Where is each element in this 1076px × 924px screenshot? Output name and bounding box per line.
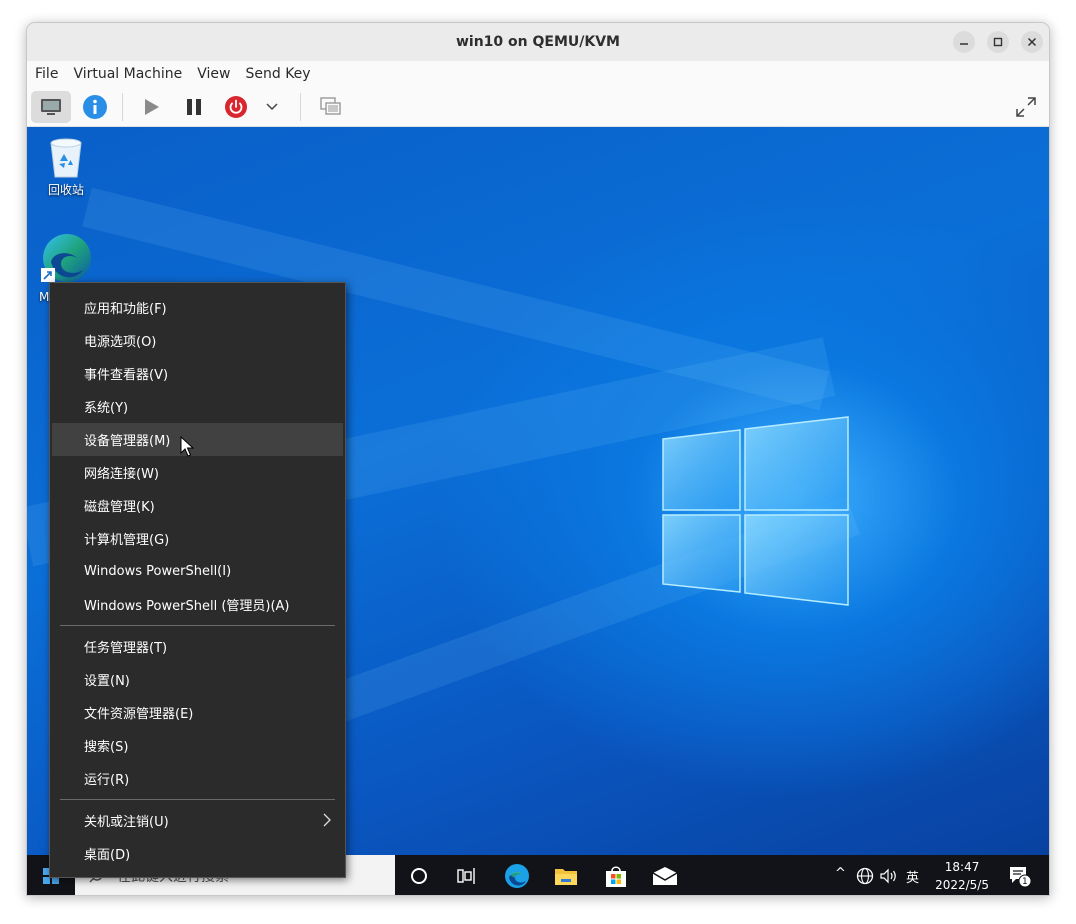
desktop-icon-label: 回收站 <box>47 183 84 197</box>
desktop-icon-edge[interactable]: M <box>39 232 93 304</box>
taskbar-edge-button[interactable] <box>502 861 532 891</box>
menu-item-run[interactable]: 运行(R) <box>52 762 343 795</box>
console-button[interactable] <box>31 91 71 123</box>
run-button[interactable] <box>131 91 171 123</box>
taskbar-mail-button[interactable] <box>650 861 680 891</box>
action-center-button[interactable]: 1 <box>1005 861 1035 891</box>
shutdown-button[interactable] <box>216 91 256 123</box>
network-globe-icon <box>856 867 874 885</box>
task-view-icon <box>457 868 475 884</box>
title-bar[interactable]: win10 on QEMU/KVM <box>27 23 1049 61</box>
task-view-button[interactable] <box>452 861 482 891</box>
menu-item-disk-management[interactable]: 磁盘管理(K) <box>52 489 343 522</box>
dropdown-chevron-icon <box>266 103 278 111</box>
details-button[interactable] <box>75 91 115 123</box>
menu-bar: File Virtual Machine View Send Key <box>27 61 1049 87</box>
toolbar <box>27 87 1049 127</box>
close-icon <box>1027 37 1037 47</box>
menu-virtual-machine[interactable]: Virtual Machine <box>73 66 182 82</box>
winx-context-menu: 应用和功能(F) 电源选项(O) 事件查看器(V) 系统(Y) 设备管理器(M)… <box>49 282 346 878</box>
menu-item-search[interactable]: 搜索(S) <box>52 729 343 762</box>
window-title: win10 on QEMU/KVM <box>455 34 620 50</box>
minimize-button[interactable] <box>953 31 975 53</box>
mouse-cursor-icon <box>180 436 194 457</box>
menu-send-key[interactable]: Send Key <box>245 66 310 82</box>
submenu-arrow-icon <box>323 813 331 827</box>
edge-browser-icon <box>41 234 91 282</box>
console-icon <box>41 99 61 115</box>
file-explorer-icon <box>555 869 577 885</box>
taskbar-store-button[interactable] <box>601 861 631 891</box>
shutdown-icon <box>225 96 247 118</box>
menu-view[interactable]: View <box>197 66 230 82</box>
cortana-button[interactable] <box>404 861 434 891</box>
notification-count-badge: 1 <box>1022 877 1028 887</box>
menu-item-settings[interactable]: 设置(N) <box>52 663 343 696</box>
minimize-icon <box>960 43 968 45</box>
menu-item-network-connections[interactable]: 网络连接(W) <box>52 456 343 489</box>
maximize-button[interactable] <box>987 31 1009 53</box>
mail-icon <box>652 867 678 885</box>
menu-separator <box>60 625 335 626</box>
cortana-circle-icon <box>411 868 427 884</box>
network-button[interactable] <box>853 861 877 891</box>
store-icon <box>606 866 626 887</box>
pause-button[interactable] <box>174 91 214 123</box>
shutdown-menu-button[interactable] <box>257 91 287 123</box>
fullscreen-button[interactable] <box>1006 91 1046 123</box>
close-button[interactable] <box>1021 31 1043 53</box>
menu-item-computer-management[interactable]: 计算机管理(G) <box>52 522 343 555</box>
toolbar-separator <box>122 93 123 121</box>
desktop-icon-recycle-bin[interactable]: 回收站 <box>39 135 93 198</box>
edge-icon <box>505 864 529 888</box>
menu-file[interactable]: File <box>35 66 58 82</box>
volume-button[interactable] <box>877 861 901 891</box>
menu-item-desktop[interactable]: 桌面(D) <box>52 837 343 870</box>
input-method-indicator[interactable]: 英 <box>906 867 919 886</box>
menu-item-power-options[interactable]: 电源选项(O) <box>52 324 343 357</box>
details-info-icon <box>83 95 107 119</box>
menu-item-apps-features[interactable]: 应用和功能(F) <box>52 291 343 324</box>
clock-date: 2022/5/5 <box>935 878 989 892</box>
tray-overflow-chevron[interactable]: ^ <box>835 866 846 881</box>
menu-separator <box>60 799 335 800</box>
snapshots-button[interactable] <box>311 91 351 123</box>
menu-item-file-explorer[interactable]: 文件资源管理器(E) <box>52 696 343 729</box>
speaker-volume-icon <box>880 868 896 884</box>
desktop-icon-label: M <box>39 290 50 304</box>
fullscreen-icon <box>1016 97 1036 117</box>
taskbar-clock[interactable]: 18:47 2022/5/5 <box>935 858 989 894</box>
menu-item-powershell-admin[interactable]: Windows PowerShell (管理员)(A) <box>52 588 343 621</box>
menu-item-event-viewer[interactable]: 事件查看器(V) <box>52 357 343 390</box>
taskbar-file-explorer-button[interactable] <box>551 861 581 891</box>
windows-logo <box>662 416 849 606</box>
pause-icon <box>187 99 201 115</box>
recycle-bin-icon <box>50 138 82 178</box>
menu-item-task-manager[interactable]: 任务管理器(T) <box>52 630 343 663</box>
maximize-icon <box>993 37 1003 47</box>
menu-item-label: 关机或注销(U) <box>84 815 169 830</box>
snapshots-icon <box>320 97 341 115</box>
menu-item-system[interactable]: 系统(Y) <box>52 390 343 423</box>
run-icon <box>145 99 159 115</box>
menu-item-powershell[interactable]: Windows PowerShell(I) <box>52 555 343 588</box>
menu-item-shutdown-signout[interactable]: 关机或注销(U) <box>52 804 343 837</box>
toolbar-separator <box>300 93 301 121</box>
clock-time: 18:47 <box>944 860 980 874</box>
notification-icon <box>1010 867 1032 888</box>
menu-item-device-manager[interactable]: 设备管理器(M) <box>52 423 343 456</box>
